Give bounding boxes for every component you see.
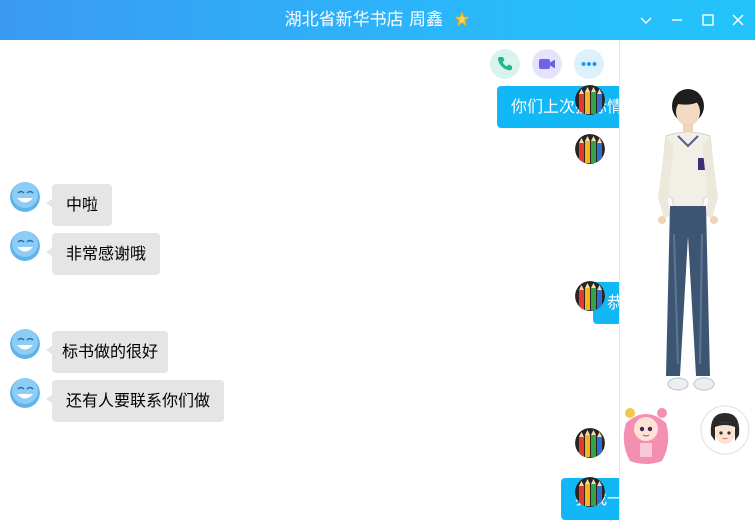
contact-avatar-smiley-icon[interactable] — [10, 182, 40, 212]
chevron-down-icon[interactable] — [636, 10, 656, 30]
my-avatar-pencils-icon[interactable] — [575, 281, 605, 311]
title-bar: 湖北省新华书店 周鑫 2 — [0, 0, 755, 40]
contact-avatar-smiley-icon[interactable] — [10, 378, 40, 408]
my-avatar-pencils-icon[interactable] — [575, 134, 605, 164]
phone-call-icon[interactable] — [490, 49, 520, 79]
window-title: 湖北省新华书店 周鑫 — [284, 10, 443, 30]
maximize-icon[interactable] — [698, 10, 718, 30]
my-avatar-pencils-icon[interactable] — [575, 428, 605, 458]
contact-avatar-smiley-icon[interactable] — [10, 231, 40, 261]
pink-cartoon-pet-icon[interactable] — [620, 403, 672, 465]
gold-star-badge-icon: 2 — [454, 11, 471, 27]
contact-avatar-smiley-icon[interactable] — [10, 329, 40, 359]
male-character-figure-icon[interactable] — [640, 84, 730, 414]
video-call-icon[interactable] — [532, 49, 562, 79]
their-message-bubble[interactable]: 还有人要联系你们做 — [45, 380, 225, 422]
my-avatar-pencils-icon[interactable] — [575, 85, 605, 115]
assistant-avatar-button-icon[interactable] — [700, 405, 750, 455]
their-message-bubble[interactable]: 标书做的很好 — [45, 331, 169, 373]
svg-text:2: 2 — [460, 17, 464, 24]
more-options-icon[interactable] — [574, 49, 604, 79]
their-message-bubble[interactable]: 非常感谢哦 — [45, 233, 161, 275]
their-message-bubble[interactable]: 中啦 — [45, 184, 113, 226]
minimize-icon[interactable] — [667, 10, 687, 30]
my-avatar-pencils-icon[interactable] — [575, 477, 605, 507]
close-icon[interactable] — [728, 10, 748, 30]
